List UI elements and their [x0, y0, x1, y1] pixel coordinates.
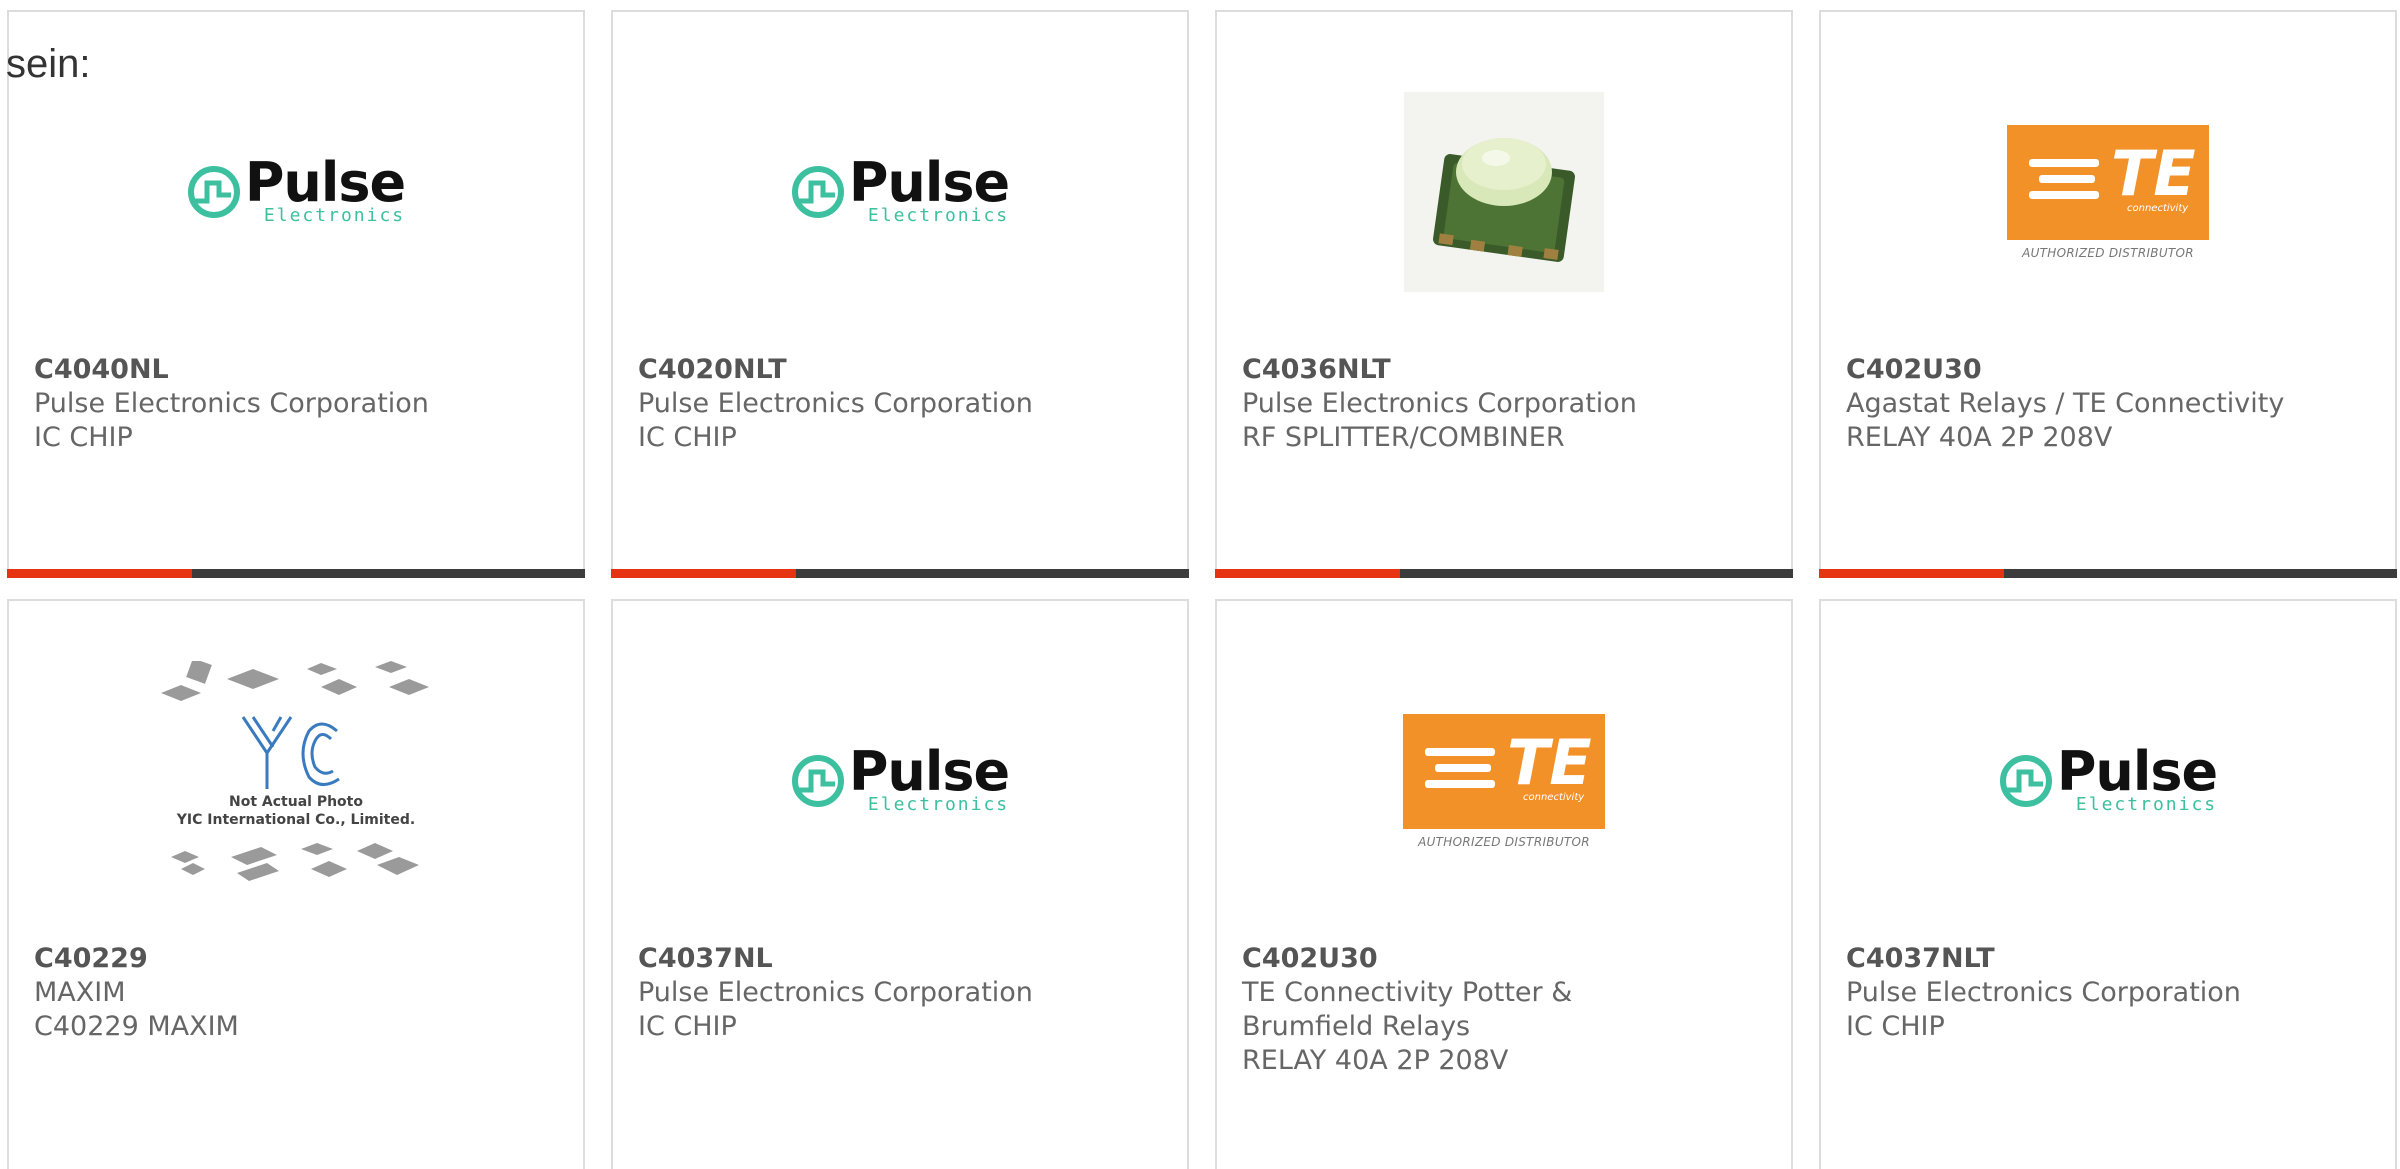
product-card[interactable]: Pulse Electronics C4037NLT Pulse Electro…: [1819, 599, 2397, 1169]
yic-not-actual-photo: Not Actual Photo YIC International Co., …: [161, 658, 431, 901]
description: RELAY 40A 2P 208V: [1242, 1045, 1509, 1076]
description: IC CHIP: [638, 1011, 737, 1042]
description: IC CHIP: [1846, 1011, 1945, 1042]
product-image[interactable]: TE connectivity AUTHORIZED DISTRIBUTOR: [1821, 72, 2395, 312]
manufacturer: Pulse Electronics Corporation: [34, 388, 429, 419]
manufacturer: Pulse Electronics Corporation: [638, 388, 1033, 419]
intro-text: sein:: [6, 42, 91, 86]
manufacturer: Agastat Relays / TE Connectivity: [1846, 388, 2285, 419]
progress-fill: [1215, 569, 1400, 578]
te-logo-letters: TE: [1507, 725, 1592, 799]
progress-bar: [1819, 569, 2397, 578]
product-image[interactable]: Pulse Electronics: [9, 72, 583, 312]
pulse-electronics-logo: Pulse Electronics: [791, 740, 1010, 815]
part-number[interactable]: C4040NL: [34, 353, 554, 387]
te-logo-caption: AUTHORIZED DISTRIBUTOR: [2022, 245, 2194, 260]
pulse-electronics-logo: Pulse Electronics: [1999, 740, 2218, 815]
product-card[interactable]: Not Actual Photo YIC International Co., …: [7, 599, 585, 1169]
manufacturer: Pulse Electronics Corporation: [638, 977, 1033, 1008]
part-number[interactable]: C4037NLT: [1846, 942, 2366, 976]
pulse-logo-word: Pulse: [848, 151, 1010, 214]
part-number[interactable]: C4037NL: [638, 942, 1158, 976]
progress-fill: [1819, 569, 2004, 578]
part-number[interactable]: C40229: [34, 942, 554, 976]
progress-bar: [7, 569, 585, 578]
pulse-logo-sub: Electronics: [263, 205, 406, 226]
pulse-logo-word: Pulse: [2056, 740, 2218, 803]
product-card[interactable]: Pulse Electronics C4037NL Pulse Electron…: [611, 599, 1189, 1169]
product-image[interactable]: [1217, 72, 1791, 312]
part-number[interactable]: C4020NLT: [638, 353, 1158, 387]
progress-fill: [611, 569, 796, 578]
pulse-electronics-logo: Pulse Electronics: [187, 151, 406, 226]
product-card[interactable]: TE connectivity AUTHORIZED DISTRIBUTOR C…: [1819, 10, 2397, 578]
pulse-electronics-logo: Pulse Electronics: [791, 151, 1010, 226]
te-logo-small: connectivity: [2127, 202, 2189, 214]
manufacturer: Pulse Electronics Corporation: [1846, 977, 2241, 1008]
manufacturer: Pulse Electronics Corporation: [1242, 388, 1637, 419]
description: IC CHIP: [34, 422, 133, 453]
te-connectivity-logo: TE connectivity AUTHORIZED DISTRIBUTOR: [2007, 124, 2209, 260]
product-grid: Pulse Electronics C4040NL Pulse Electron…: [0, 0, 2400, 1169]
manufacturer-line1: TE Connectivity Potter &: [1242, 977, 1573, 1008]
manufacturer: MAXIM: [34, 977, 126, 1008]
pulse-logo-sub: Electronics: [867, 794, 1010, 815]
product-image[interactable]: TE connectivity AUTHORIZED DISTRIBUTOR: [1217, 661, 1791, 901]
progress-bar: [1215, 569, 1793, 578]
description: RF SPLITTER/COMBINER: [1242, 422, 1565, 453]
te-connectivity-logo: TE connectivity AUTHORIZED DISTRIBUTOR: [1403, 713, 1605, 849]
product-card[interactable]: Pulse Electronics C4040NL Pulse Electron…: [7, 10, 585, 578]
part-number[interactable]: C402U30: [1242, 942, 1762, 976]
pulse-logo-word: Pulse: [848, 740, 1010, 803]
description: RELAY 40A 2P 208V: [1846, 422, 2113, 453]
pulse-logo-word: Pulse: [244, 151, 406, 214]
manufacturer-line2: Brumfield Relays: [1242, 1011, 1471, 1042]
progress-fill: [7, 569, 192, 578]
product-card[interactable]: C4036NLT Pulse Electronics Corporation R…: [1215, 10, 1793, 578]
part-number[interactable]: C4036NLT: [1242, 353, 1762, 387]
product-image[interactable]: Not Actual Photo YIC International Co., …: [9, 658, 583, 901]
description: IC CHIP: [638, 422, 737, 453]
te-logo-caption: AUTHORIZED DISTRIBUTOR: [1418, 834, 1590, 849]
te-logo-letters: TE: [2111, 136, 2196, 210]
part-number[interactable]: C402U30: [1846, 353, 2366, 387]
rf-splitter-product-photo: [1404, 92, 1604, 292]
product-image[interactable]: Pulse Electronics: [613, 661, 1187, 901]
pulse-logo-sub: Electronics: [2075, 794, 2218, 815]
product-image[interactable]: Pulse Electronics: [1821, 661, 2395, 901]
pulse-logo-sub: Electronics: [867, 205, 1010, 226]
product-card[interactable]: Pulse Electronics C4020NLT Pulse Electro…: [611, 10, 1189, 578]
progress-bar: [611, 569, 1189, 578]
product-image[interactable]: Pulse Electronics: [613, 72, 1187, 312]
yic-line1: Not Actual Photo: [229, 794, 363, 810]
description: C40229 MAXIM: [34, 1011, 239, 1042]
product-card[interactable]: TE connectivity AUTHORIZED DISTRIBUTOR C…: [1215, 599, 1793, 1169]
yic-line2: YIC International Co., Limited.: [176, 812, 416, 828]
te-logo-small: connectivity: [1523, 791, 1585, 803]
